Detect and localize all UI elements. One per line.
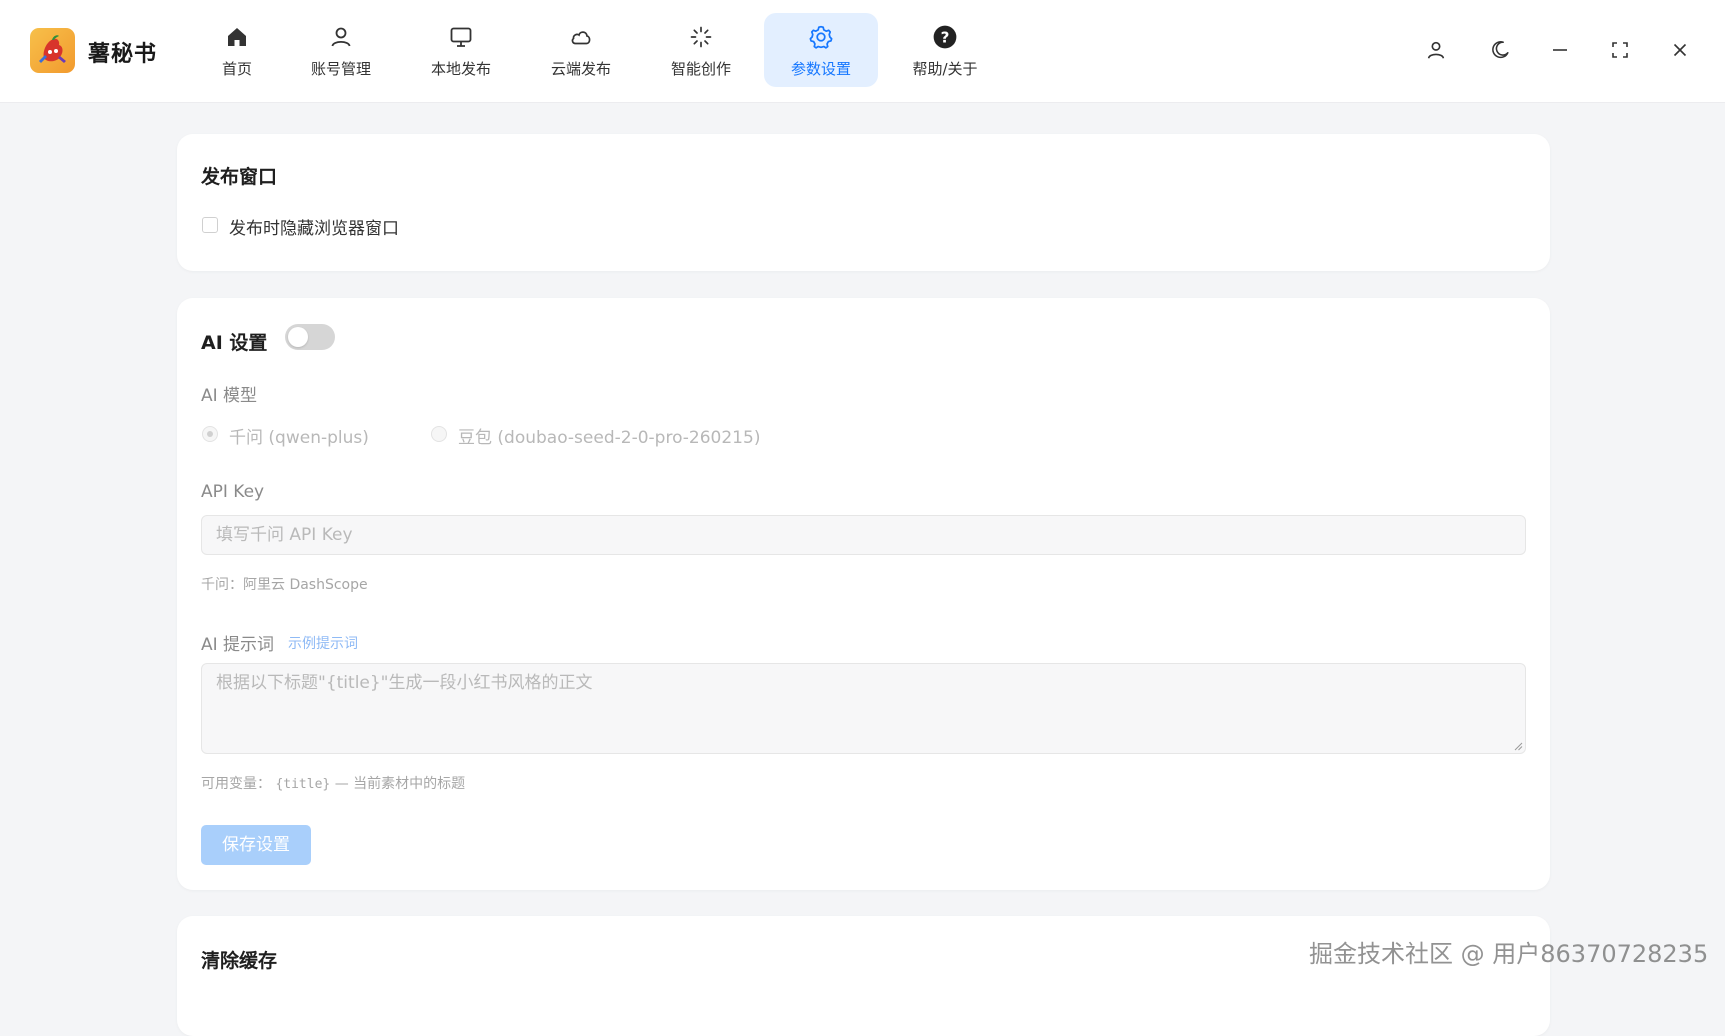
api-key-label: API Key — [201, 482, 265, 502]
ai-prompt-label: AI 提示词 — [201, 635, 275, 655]
user-icon — [327, 23, 355, 51]
ai-prompt-placeholder: 根据以下标题"{title}"生成一段小红书风格的正文 — [216, 673, 593, 693]
close-button[interactable] — [1666, 36, 1694, 64]
nav-item-settings[interactable]: 参数设置 — [764, 13, 878, 87]
api-key-input[interactable]: 填写千问 API Key — [201, 515, 1526, 555]
nav-label: 首页 — [221, 60, 252, 78]
nav-item-local-publish[interactable]: 本地发布 — [404, 13, 518, 87]
ai-enable-toggle[interactable] — [285, 324, 335, 350]
ai-prompt-textarea[interactable]: 根据以下标题"{title}"生成一段小红书风格的正文 — [201, 663, 1526, 754]
nav-label: 本地发布 — [430, 60, 491, 78]
minimize-button[interactable] — [1546, 36, 1574, 64]
model-radio-doubao[interactable] — [431, 426, 447, 442]
app-logo-icon — [30, 28, 75, 73]
nav-label: 智能创作 — [670, 60, 731, 78]
save-settings-button[interactable]: 保存设置 — [201, 825, 311, 865]
user-profile-button[interactable] — [1422, 36, 1450, 64]
nav-label: 云端发布 — [550, 60, 611, 78]
moon-icon — [1492, 41, 1509, 59]
help-icon: ? — [931, 23, 959, 51]
toggle-knob — [288, 327, 308, 347]
cloud-icon — [567, 23, 595, 51]
watermark-text: 掘金技术社区 @ 用户86370728235 — [1309, 940, 1709, 968]
top-bar: 薯秘书 首页 账号管理 本地发布 云端发布 智能创作 参数设置 ? 帮助/关于 — [0, 0, 1725, 103]
nav-item-smart-create[interactable]: 智能创作 — [644, 13, 758, 87]
variables-hint-suffix: — 当前素材中的标题 — [334, 776, 466, 792]
variables-hint: 可用变量： {title} — 当前素材中的标题 — [201, 773, 465, 793]
hide-browser-checkbox[interactable] — [202, 217, 218, 233]
user-icon — [1427, 41, 1445, 59]
home-icon — [223, 23, 251, 51]
publish-window-card: 发布窗口 发布时隐藏浏览器窗口 — [177, 134, 1550, 271]
svg-text:?: ? — [941, 28, 950, 46]
card-title: 发布窗口 — [201, 166, 278, 188]
variables-hint-prefix: 可用变量： — [201, 776, 271, 792]
gear-icon — [807, 23, 835, 51]
maximize-icon — [1612, 42, 1628, 58]
sparkle-icon — [687, 23, 715, 51]
card-title: AI 设置 — [201, 332, 268, 354]
variables-hint-code: {title} — [275, 777, 331, 792]
nav-item-home[interactable]: 首页 — [180, 13, 294, 87]
nav-label: 帮助/关于 — [912, 60, 978, 78]
resize-grip-icon[interactable] — [1513, 741, 1523, 751]
nav-label: 参数设置 — [790, 60, 851, 78]
nav-label: 账号管理 — [310, 60, 371, 78]
dark-mode-toggle[interactable] — [1486, 36, 1514, 64]
model-radio-qwen[interactable] — [202, 426, 218, 442]
ai-settings-card: AI 设置 AI 模型 千问 (qwen-plus) 豆包 (doubao-se… — [177, 298, 1550, 890]
nav-item-cloud-publish[interactable]: 云端发布 — [524, 13, 638, 87]
close-icon — [1673, 43, 1687, 57]
model-radio-qwen-label[interactable]: 千问 (qwen-plus) — [229, 423, 369, 448]
hide-browser-label[interactable]: 发布时隐藏浏览器窗口 — [229, 214, 399, 239]
nav-item-help[interactable]: ? 帮助/关于 — [888, 13, 1002, 87]
api-key-hint: 千问：阿里云 DashScope — [201, 577, 368, 593]
nav-item-accounts[interactable]: 账号管理 — [284, 13, 398, 87]
ai-model-label: AI 模型 — [201, 386, 258, 406]
card-title: 清除缓存 — [201, 950, 278, 972]
minimize-icon — [1553, 49, 1567, 51]
example-prompt-link[interactable]: 示例提示词 — [288, 633, 358, 653]
maximize-button[interactable] — [1606, 36, 1634, 64]
monitor-icon — [447, 23, 475, 51]
model-radio-doubao-label[interactable]: 豆包 (doubao-seed-2-0-pro-260215) — [458, 423, 760, 448]
app-name: 薯秘书 — [88, 42, 158, 67]
